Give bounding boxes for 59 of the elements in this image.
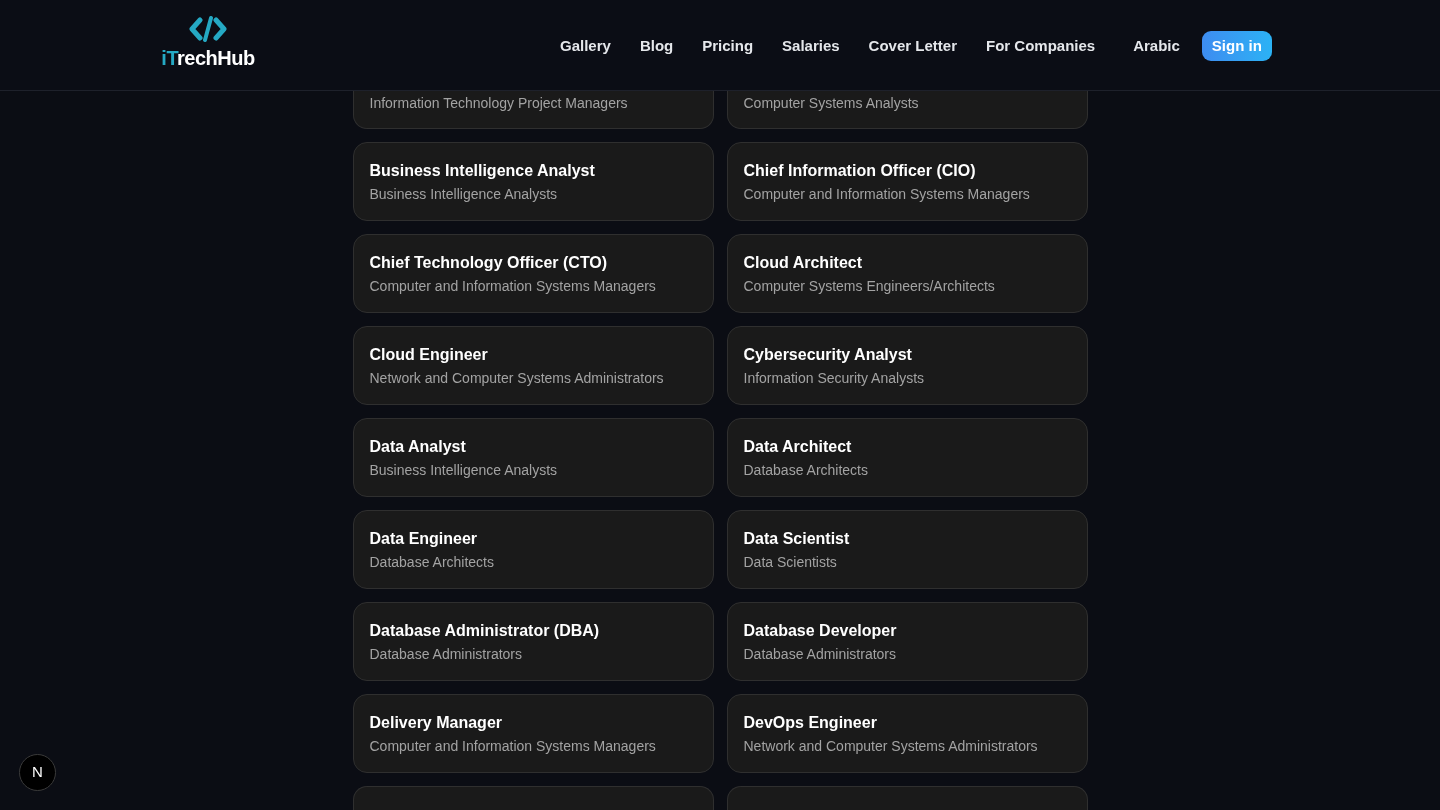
job-category: Computer and Information Systems Managers — [743, 184, 1031, 204]
job-card[interactable]: Data Scientist Data Scientists — [726, 510, 1088, 589]
job-category: Network and Computer Systems Administrators — [369, 368, 665, 388]
nav-link[interactable]: Cover Letter — [868, 34, 957, 58]
job-card[interactable] — [726, 786, 1088, 810]
job-card[interactable]: Data Engineer Database Architects — [352, 510, 714, 589]
job-title: Database Administrator (DBA) — [369, 620, 601, 641]
job-title: Data Analyst — [369, 436, 467, 457]
job-category: Computer Systems Analysts — [743, 94, 920, 113]
job-category: Data Scientists — [743, 552, 838, 572]
job-card[interactable]: Database Administrator (DBA) Database Administrators — [352, 602, 714, 681]
job-title: Data Architect — [743, 436, 853, 457]
logo[interactable]: iTrechHub — [155, 16, 261, 70]
code-icon — [189, 16, 227, 42]
job-category: Network and Computer Systems Administrators — [743, 736, 1039, 756]
job-category: Business Intelligence Analysts — [369, 460, 559, 480]
job-card[interactable]: Business Intelligence Analyst Business Intelligence Analysts — [352, 142, 714, 221]
job-title: Business Intelligence Analyst — [369, 160, 596, 181]
job-title: Chief Technology Officer (CTO) — [369, 252, 609, 273]
job-card[interactable]: Cloud Engineer Network and Computer Systems Administrators — [352, 326, 714, 405]
nav-link[interactable]: Salaries — [782, 34, 840, 58]
job-card[interactable]: Chief Technology Officer (CTO) Computer and Information Systems Managers — [352, 234, 714, 313]
job-category: Database Administrators — [369, 644, 524, 664]
nav-link[interactable]: Pricing — [702, 34, 754, 58]
job-title: Database Developer — [743, 620, 898, 641]
job-category: Business Intelligence Analysts — [369, 184, 559, 204]
job-category: Database Administrators — [743, 644, 898, 664]
job-title: Data Engineer — [369, 528, 479, 549]
job-title: Cloud Architect — [743, 252, 864, 273]
job-card[interactable]: Computer Systems Analysts — [726, 91, 1088, 129]
language-link[interactable]: Arabic — [1133, 34, 1180, 58]
nav-link[interactable]: Blog — [639, 34, 674, 58]
job-card[interactable]: Database Developer Database Administrators — [726, 602, 1088, 681]
job-category: Information Security Analysts — [743, 368, 926, 388]
job-title: Cloud Engineer — [369, 344, 489, 365]
job-title: Data Scientist — [743, 528, 851, 549]
job-card[interactable]: Delivery Manager Computer and Information Systems Managers — [352, 694, 714, 773]
job-title: Delivery Manager — [369, 712, 503, 733]
logo-text: iTrechHub — [161, 46, 255, 70]
job-title: Cybersecurity Analyst — [743, 344, 913, 365]
nav-link[interactable]: Gallery — [560, 34, 611, 58]
job-card[interactable] — [352, 786, 714, 810]
job-category: Computer and Information Systems Managers — [369, 276, 657, 296]
job-category: Database Architects — [743, 460, 869, 480]
job-card[interactable]: Chief Information Officer (CIO) Computer and Information Systems Managers — [726, 142, 1088, 221]
job-card[interactable]: DevOps Engineer Network and Computer Systems Administrators — [726, 694, 1088, 773]
job-category: Computer Systems Engineers/Architects — [743, 276, 996, 296]
nav-link[interactable]: For Companies — [985, 34, 1096, 58]
job-card[interactable]: Data Architect Database Architects — [726, 418, 1088, 497]
job-category: Database Architects — [369, 552, 495, 572]
job-card[interactable]: Information Technology Project Managers — [352, 91, 714, 129]
job-category: Computer and Information Systems Managers — [369, 736, 657, 756]
job-title: DevOps Engineer — [743, 712, 878, 733]
job-card[interactable]: Cybersecurity Analyst Information Security Analysts — [726, 326, 1088, 405]
job-title: Chief Information Officer (CIO) — [743, 160, 977, 181]
job-category: Information Technology Project Managers — [369, 94, 629, 113]
job-card[interactable]: Cloud Architect Computer Systems Engineers/Architects — [726, 234, 1088, 313]
job-card[interactable]: Data Analyst Business Intelligence Analysts — [352, 418, 714, 497]
framework-badge[interactable]: N — [19, 754, 56, 791]
